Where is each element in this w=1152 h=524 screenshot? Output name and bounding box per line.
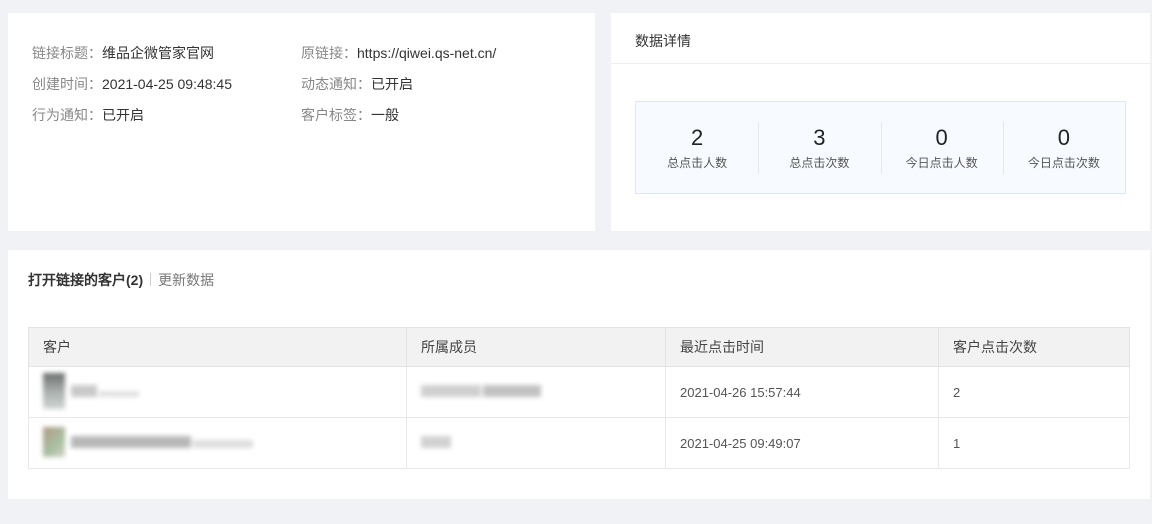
- customers-table: 客户 所属成员 最近点击时间 客户点击次数 2021-04-26 15:57:4…: [28, 327, 1130, 469]
- member-cell: [406, 366, 666, 418]
- divider: [611, 63, 1150, 64]
- customer-cell[interactable]: [28, 417, 407, 469]
- link-info-card: 链接标题：维品企微管家官网 原链接：https://qiwei.qs-net.c…: [8, 13, 595, 231]
- dynamic-notify-row: 动态通知：已开启: [301, 74, 413, 94]
- member-cell: [406, 417, 666, 469]
- stat-value: 0: [1057, 125, 1070, 150]
- stats-box: 2 总点击人数 3 总点击次数 0 今日点击人数 0 今日点击次数: [635, 101, 1126, 194]
- redacted-customer-name: [70, 384, 141, 400]
- stat-label: 今日点击人数: [905, 156, 978, 170]
- column-header-customer: 客户: [28, 327, 407, 367]
- created-time-value: 2021-04-25 09:48:45: [102, 76, 232, 92]
- click-count-cell: 2: [938, 366, 1130, 418]
- customer-tag-row: 客户标签：一般: [301, 105, 399, 125]
- customers-header: 打开链接的客户(2) 更新数据: [28, 270, 214, 290]
- customers-title: 打开链接的客户(2): [28, 272, 144, 288]
- refresh-data-link[interactable]: 更新数据: [158, 272, 214, 288]
- stat-today-clickers: 0 今日点击人数: [880, 102, 1003, 193]
- column-header-member: 所属成员: [406, 327, 666, 367]
- last-click-time-cell: 2021-04-26 15:57:44: [665, 366, 939, 418]
- redacted-member-name: [421, 436, 453, 451]
- click-count-cell: 1: [938, 417, 1130, 469]
- customer-tag-value: 一般: [371, 107, 399, 123]
- dynamic-notify-label: 动态通知：: [301, 76, 371, 92]
- customer-cell[interactable]: [28, 366, 407, 418]
- column-header-click-count: 客户点击次数: [938, 327, 1130, 367]
- data-details-card: 数据详情 2 总点击人数 3 总点击次数 0 今日点击人数 0 今日点击次数: [611, 13, 1150, 231]
- behavior-notify-value: 已开启: [102, 107, 144, 123]
- behavior-notify-label: 行为通知：: [32, 107, 102, 123]
- behavior-notify-row: 行为通知：已开启: [32, 105, 144, 125]
- table-row[interactable]: 2021-04-26 15:57:44 2: [28, 366, 1130, 418]
- stat-today-clicks: 0 今日点击次数: [1002, 102, 1125, 193]
- data-details-title: 数据详情: [635, 33, 691, 49]
- customers-card: 打开链接的客户(2) 更新数据 客户 所属成员 最近点击时间 客户点击次数 20…: [8, 250, 1150, 499]
- created-time-row: 创建时间：2021-04-25 09:48:45: [32, 74, 232, 94]
- last-click-time-cell: 2021-04-25 09:49:07: [665, 417, 939, 469]
- customer-tag-label: 客户标签：: [301, 107, 371, 123]
- stat-label: 总点击次数: [789, 156, 850, 170]
- stat-label: 今日点击次数: [1027, 156, 1100, 170]
- stat-label: 总点击人数: [667, 156, 728, 170]
- stat-value: 0: [935, 125, 948, 150]
- link-title-value: 维品企微管家官网: [102, 45, 214, 61]
- redacted-customer-name: [70, 435, 255, 451]
- original-url-label: 原链接：: [301, 45, 357, 61]
- stat-value: 2: [691, 125, 704, 150]
- stat-total-clicks: 3 总点击次数: [758, 102, 880, 193]
- avatar: [43, 426, 67, 460]
- link-title-label: 链接标题：: [32, 45, 102, 61]
- column-header-last-click: 最近点击时间: [665, 327, 939, 367]
- original-url-row: 原链接：https://qiwei.qs-net.cn/: [301, 43, 496, 63]
- stat-value: 3: [813, 125, 826, 150]
- original-url-value[interactable]: https://qiwei.qs-net.cn/: [357, 45, 496, 61]
- stat-total-clickers: 2 总点击人数: [636, 102, 758, 193]
- redacted-member-name: [421, 385, 543, 400]
- dynamic-notify-value: 已开启: [371, 76, 413, 92]
- table-row[interactable]: 2021-04-25 09:49:07 1: [28, 417, 1130, 469]
- table-header-row: 客户 所属成员 最近点击时间 客户点击次数: [28, 327, 1130, 367]
- link-title-row: 链接标题：维品企微管家官网: [32, 43, 214, 63]
- separator: [150, 273, 152, 286]
- avatar: [43, 372, 67, 412]
- created-time-label: 创建时间：: [32, 76, 102, 92]
